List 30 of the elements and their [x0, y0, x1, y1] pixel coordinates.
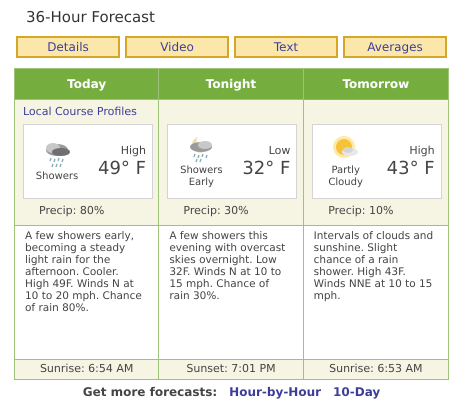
condition-label: Showers	[36, 171, 78, 183]
precip-chance: Precip: 80%	[38, 203, 106, 219]
course-profiles-link[interactable]: Local Course Profiles	[23, 105, 137, 118]
forecast-link[interactable]: Hour-by-Hour	[229, 383, 322, 401]
forecast-description: Intervals of clouds and sunshine. Slight chance of a rain shower. High 43F. Winds NNE at 10 to 15 mph.	[314, 230, 434, 302]
sun-time: Sunset: 7:01 PM	[186, 361, 276, 378]
footer-label: Get more forecasts:	[82, 384, 218, 401]
condition-label: Partly Cloudy	[327, 165, 364, 189]
forecast-description: A few showers early, becoming a steady light rain for the afternoon. Cooler. High 49F. Winds N at 10 to 20 mph. Chance of rain 80%.	[25, 230, 143, 314]
temp-label: High	[409, 144, 435, 158]
forecast-description: A few showers this evening with overcast skies overnight. Low 32F. Winds N at 10 to 15 mph. Chance of rain 30%.	[169, 230, 286, 302]
sun-time: Sunrise: 6:54 AM	[40, 361, 134, 378]
condition-label: Showers Early	[179, 165, 224, 189]
temperature: 49° F	[98, 158, 146, 180]
temp-label: High	[120, 144, 146, 158]
column-header: Tonight	[206, 76, 256, 93]
page-title: 36-Hour Forecast	[25, 7, 156, 28]
tab-button[interactable]: Details	[16, 36, 120, 58]
tab-button[interactable]: Text	[234, 36, 338, 58]
forecast-link[interactable]: 10-Day	[333, 383, 380, 401]
tab-button[interactable]: Video	[125, 36, 229, 58]
tab-button[interactable]: Averages	[343, 36, 447, 58]
column-header: Today	[67, 76, 106, 93]
precip-chance: Precip: 10%	[327, 203, 394, 219]
temperature: 43° F	[386, 158, 435, 180]
column-header: Tomorrow	[342, 76, 410, 93]
temp-label: Low	[268, 144, 290, 158]
sun-time: Sunrise: 6:53 AM	[329, 361, 423, 378]
precip-chance: Precip: 30%	[182, 203, 250, 219]
temperature: 32° F	[242, 158, 290, 180]
